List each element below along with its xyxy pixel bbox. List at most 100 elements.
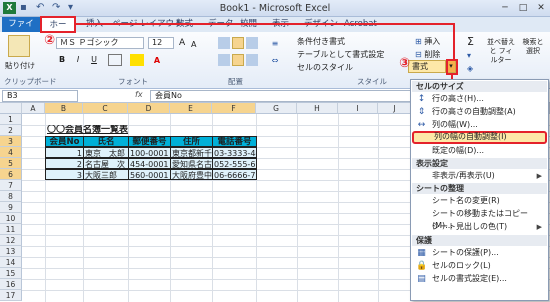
table-cell[interactable]: 560-0001	[128, 169, 171, 180]
row-header[interactable]: 17	[0, 290, 22, 301]
clear-icon[interactable]: ◈	[466, 62, 474, 75]
row-header[interactable]: 15	[0, 268, 22, 279]
table-header-cell[interactable]: 住所	[170, 136, 213, 147]
paste-button-label[interactable]: 貼り付け	[4, 59, 36, 72]
column-header[interactable]: B	[45, 103, 83, 114]
menu-item-autofit-row[interactable]: ⇕ 行の高さの自動調整(A)	[412, 106, 547, 118]
align-middle-icon[interactable]	[232, 37, 244, 49]
table-cell[interactable]: 東京都新千代	[170, 147, 213, 158]
menu-item-format-cells[interactable]: ▤ セルの書式設定(E)...	[412, 273, 547, 285]
insert-cells-button[interactable]: ⊞ 挿入	[414, 35, 441, 48]
grow-font-icon[interactable]: A	[178, 37, 186, 50]
column-header[interactable]: D	[128, 103, 170, 114]
row-header[interactable]: 12	[0, 235, 22, 246]
table-cell[interactable]: 愛知県名古	[170, 158, 213, 169]
menu-item-default-width[interactable]: 既定の幅(D)...	[412, 145, 547, 157]
row-header[interactable]: 7	[0, 180, 22, 191]
autosum-icon[interactable]: Σ	[466, 35, 475, 48]
column-header[interactable]: I	[338, 103, 378, 114]
fill-color-icon[interactable]	[130, 54, 144, 66]
fill-icon[interactable]: ▾	[466, 49, 472, 62]
menu-item-column-width[interactable]: ↔ 列の幅(W)...	[412, 119, 547, 131]
column-header[interactable]: J	[378, 103, 412, 114]
column-header[interactable]: C	[83, 103, 128, 114]
menu-item-protect-sheet[interactable]: ▦ シートの保護(P)...	[412, 247, 547, 259]
close-button[interactable]: ✕	[532, 0, 550, 16]
table-cell[interactable]: 3	[45, 169, 84, 180]
table-cell[interactable]: 100-0001	[128, 147, 171, 158]
select-all-corner[interactable]	[0, 103, 22, 114]
borders-icon[interactable]	[108, 54, 122, 66]
sort-filter-button[interactable]: 並べ替えと フィルター	[486, 37, 516, 71]
align-bottom-icon[interactable]	[246, 37, 258, 49]
menu-item-move-copy-sheet[interactable]: シートの移動またはコピー(M)...	[412, 208, 547, 230]
menu-item-tab-color[interactable]: シート見出しの色(T) ▶	[412, 221, 547, 233]
table-cell[interactable]: 名古屋 次	[83, 158, 129, 169]
table-header-cell[interactable]: 会員No	[45, 136, 84, 147]
table-cell[interactable]: 06-6666-7777	[212, 169, 257, 180]
align-right-icon[interactable]	[246, 54, 258, 66]
conditional-format-label: 条件付き書式	[297, 37, 345, 46]
column-header[interactable]: A	[22, 103, 45, 114]
table-cell[interactable]: 大阪三郎	[83, 169, 129, 180]
menu-item-rename-sheet[interactable]: シート名の変更(R)	[412, 195, 547, 207]
table-cell[interactable]: 大阪府豊中	[170, 169, 213, 180]
table-cell[interactable]: 2	[45, 158, 84, 169]
column-header[interactable]: F	[212, 103, 256, 114]
menu-section-cell-size: セルのサイズ	[412, 81, 547, 92]
row-header[interactable]: 2	[0, 125, 22, 136]
maximize-button[interactable]: □	[514, 0, 532, 16]
tab-file[interactable]: ファイル	[2, 17, 40, 44]
fx-icon[interactable]: fx	[135, 90, 143, 99]
row-header[interactable]: 9	[0, 202, 22, 213]
menu-item-autofit-column[interactable]: 列の幅の自動調整(I)	[412, 131, 547, 144]
paste-icon[interactable]	[8, 35, 30, 57]
row-header[interactable]: 5	[0, 158, 22, 169]
table-cell[interactable]: 454-0001	[128, 158, 171, 169]
column-header[interactable]: G	[256, 103, 297, 114]
row-header[interactable]: 6	[0, 169, 22, 180]
table-header-cell[interactable]: 郵便番号	[128, 136, 171, 147]
format-cells-button[interactable]: 書式	[408, 60, 446, 73]
shrink-font-icon[interactable]: A	[190, 38, 197, 51]
row-header[interactable]: 4	[0, 147, 22, 158]
row-header[interactable]: 11	[0, 224, 22, 235]
wrap-text-icon[interactable]: ≡	[268, 37, 282, 49]
table-header-cell[interactable]: 氏名	[83, 136, 129, 147]
menu-item-row-height[interactable]: ↕ 行の高さ(H)...	[412, 93, 547, 105]
menu-item-hide-unhide[interactable]: 非表示/再表示(U) ▶	[412, 170, 547, 182]
row-header[interactable]: 10	[0, 213, 22, 224]
table-header-cell[interactable]: 電話番号	[212, 136, 257, 147]
table-cell[interactable]: 052-555-6666	[212, 158, 257, 169]
format-as-table-button[interactable]: テーブルとして書式設定	[296, 48, 385, 61]
name-box[interactable]: B3	[2, 90, 78, 102]
align-center-icon[interactable]	[232, 54, 244, 66]
table-cell[interactable]: 東京 太郎	[83, 147, 129, 158]
font-size-select[interactable]: 12	[148, 37, 174, 49]
align-top-icon[interactable]	[218, 37, 230, 49]
row-header[interactable]: 1	[0, 114, 22, 125]
row-header[interactable]: 3	[0, 136, 22, 147]
italic-button[interactable]: I	[72, 54, 84, 66]
cell-styles-button[interactable]: セルのスタイル	[296, 61, 354, 74]
underline-button[interactable]: U	[88, 54, 100, 66]
sheet-title[interactable]: 〇〇会員名簿一覧表	[46, 125, 186, 136]
row-header[interactable]: 13	[0, 246, 22, 257]
table-cell[interactable]: 1	[45, 147, 84, 158]
font-color-icon[interactable]: A	[150, 54, 164, 66]
row-header[interactable]: 14	[0, 257, 22, 268]
row-header[interactable]: 8	[0, 191, 22, 202]
formula-input[interactable]: 会員No	[150, 90, 440, 102]
font-name-select[interactable]: ＭＳ Ｐゴシック	[56, 37, 144, 49]
row-header[interactable]: 16	[0, 279, 22, 290]
minimize-button[interactable]: ─	[496, 0, 514, 16]
find-select-button[interactable]: 検索と 選択	[518, 37, 548, 71]
bold-button[interactable]: B	[56, 54, 68, 66]
merge-center-icon[interactable]: ⇔	[268, 54, 282, 66]
conditional-format-button[interactable]: 条件付き書式	[296, 35, 346, 48]
table-cell[interactable]: 03-3333-4444	[212, 147, 257, 158]
column-header[interactable]: H	[297, 103, 338, 114]
column-header[interactable]: E	[170, 103, 212, 114]
align-left-icon[interactable]	[218, 54, 230, 66]
menu-item-lock-cell[interactable]: 🔒 セルのロック(L)	[412, 260, 547, 272]
